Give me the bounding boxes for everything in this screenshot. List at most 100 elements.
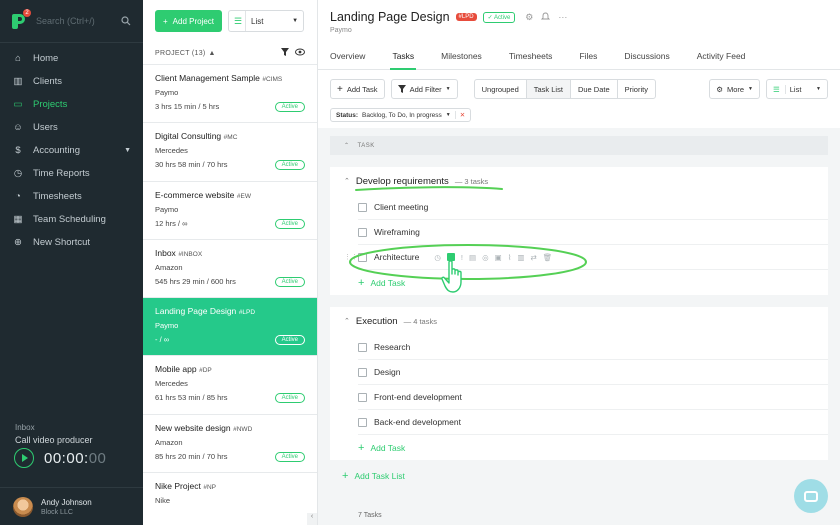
sidebar-item-accounting[interactable]: $ Accounting ▼: [0, 139, 143, 162]
tab-milestones[interactable]: Milestones: [441, 40, 482, 69]
more-dots-icon[interactable]: ···: [558, 12, 567, 23]
grouping-priority[interactable]: Priority: [618, 80, 655, 98]
grouping-task-list[interactable]: Task List: [526, 80, 571, 98]
sidebar-item-label: Projects: [33, 99, 68, 110]
grouping-due-date[interactable]: Due Date: [571, 80, 618, 98]
project-card[interactable]: E-commerce website #EW Paymo 12 hrs / ∞ Ac…: [143, 180, 317, 239]
project-code: #NP: [203, 484, 216, 492]
collapse-panel-button[interactable]: ‹: [307, 513, 317, 525]
task-name[interactable]: Client meeting: [374, 202, 428, 212]
milestone-icon[interactable]: ▣: [495, 253, 502, 262]
task-column-header[interactable]: ⌃ TASK: [330, 136, 828, 155]
notification-badge: 2: [23, 9, 31, 17]
sidebar-item-users[interactable]: ☺ Users: [0, 116, 143, 139]
task-checkbox[interactable]: [358, 252, 367, 262]
move-icon[interactable]: ⇄: [531, 253, 537, 262]
user-profile[interactable]: Andy Johnson Block LLC: [0, 487, 143, 525]
task-row[interactable]: Front-end development: [358, 385, 828, 410]
remove-filter-icon[interactable]: ✕: [454, 111, 465, 119]
task-name[interactable]: Architecture: [374, 252, 419, 262]
add-task-button[interactable]: + Add Task: [330, 79, 385, 99]
sidebar-item-label: Home: [33, 53, 59, 64]
task-list-header[interactable]: ⌃ Execution — 4 tasks: [330, 307, 828, 335]
add-filter-button[interactable]: Add Filter ▼: [390, 79, 458, 99]
task-row[interactable]: ⋮⋮ Architecture ◷ ! ▤ ◎ ▣ ⌇ ▥ ⇄ 🗑: [344, 245, 828, 270]
board-icon[interactable]: ▥: [517, 253, 524, 262]
task-checkbox[interactable]: [358, 202, 367, 212]
paymo-logo[interactable]: 2: [10, 9, 31, 30]
task-row[interactable]: Back-end development: [358, 410, 828, 435]
play-button[interactable]: [14, 448, 34, 468]
view-mode-select[interactable]: ☰ List ▼: [766, 79, 828, 99]
chevron-up-icon: ⌃: [344, 143, 350, 149]
add-task-link[interactable]: + Add Task: [358, 435, 828, 460]
task-row[interactable]: Design: [358, 360, 828, 385]
attachment-icon[interactable]: ⌇: [508, 253, 512, 262]
sidebar-item-projects[interactable]: ▭ Projects: [0, 93, 143, 116]
task-checkbox[interactable]: [358, 367, 367, 377]
assignee-icon[interactable]: ◎: [482, 253, 489, 262]
sidebar-top: 2 Search (Ctrl+/): [0, 0, 143, 42]
sidebar-item-new-shortcut[interactable]: ⊕ New Shortcut: [0, 231, 143, 254]
status-filter-chip[interactable]: Status: Backlog, To Do, In progress ▼ ✕: [330, 108, 472, 122]
gear-icon[interactable]: ⚙: [525, 12, 533, 23]
task-name[interactable]: Back-end development: [374, 417, 461, 427]
tab-overview[interactable]: Overview: [330, 40, 365, 69]
task-row[interactable]: Client meeting: [358, 195, 828, 220]
more-button[interactable]: ⚙ More ▼: [709, 79, 760, 99]
help-chat-button[interactable]: [794, 479, 828, 513]
project-card[interactable]: Mobile app #DP Mercedes 61 hrs 53 min / 8…: [143, 355, 317, 413]
chevron-up-icon[interactable]: ⌃: [344, 317, 350, 325]
search-icon[interactable]: [119, 14, 133, 28]
project-card[interactable]: New website design #NWD Amazon 85 hrs 20 …: [143, 413, 317, 472]
chevron-up-icon[interactable]: ⌃: [344, 177, 350, 185]
description-icon[interactable]: ▤: [469, 253, 476, 262]
inbox-widget[interactable]: Inbox Call video producer: [15, 423, 93, 445]
sidebar-item-timesheets[interactable]: ◔ Timesheets: [0, 185, 143, 208]
priority-icon[interactable]: !: [461, 253, 463, 262]
task-name[interactable]: Wireframing: [374, 227, 420, 237]
task-row[interactable]: Wireframing: [358, 220, 828, 245]
tab-files[interactable]: Files: [579, 40, 597, 69]
task-name[interactable]: Research: [374, 342, 410, 352]
sidebar-item-team-scheduling[interactable]: ▦ Team Scheduling: [0, 208, 143, 231]
task-checkbox[interactable]: [358, 392, 367, 402]
eye-icon[interactable]: [295, 48, 305, 58]
project-card[interactable]: Landing Page Design #LPD Paymo - / ∞ Activ…: [143, 297, 317, 356]
task-name[interactable]: Front-end development: [374, 392, 462, 402]
sidebar-item-home[interactable]: ⌂ Home: [0, 47, 143, 70]
project-count-sort[interactable]: PROJECT (13): [155, 50, 206, 57]
status-badge[interactable]: ✓ Active: [482, 11, 516, 23]
task-row[interactable]: Research: [358, 335, 828, 360]
tab-tasks[interactable]: Tasks: [390, 40, 416, 70]
task-checkbox[interactable]: [358, 227, 367, 237]
search-input[interactable]: Search (Ctrl+/): [36, 16, 111, 26]
tab-activity-feed[interactable]: Activity Feed: [697, 40, 746, 69]
sidebar-item-clients[interactable]: ▥ Clients: [0, 70, 143, 93]
view-select[interactable]: ☰ List ▼: [228, 10, 305, 32]
project-card[interactable]: Inbox #INBOX Amazon 545 hrs 29 min / 600 …: [143, 238, 317, 297]
grouping-ungrouped[interactable]: Ungrouped: [475, 80, 527, 98]
add-task-list-button[interactable]: + Add Task List: [342, 470, 828, 482]
clock-icon[interactable]: ◷: [434, 253, 441, 262]
bell-icon[interactable]: [541, 12, 551, 23]
tab-timesheets[interactable]: Timesheets: [509, 40, 553, 69]
sidebar-item-time-reports[interactable]: ◷ Time Reports: [0, 162, 143, 185]
task-list-header[interactable]: ⌃ Develop requirements — 3 tasks: [330, 167, 828, 195]
task-checkbox[interactable]: [358, 342, 367, 352]
task-name[interactable]: Design: [374, 367, 400, 377]
trash-icon[interactable]: 🗑: [543, 253, 553, 262]
project-card[interactable]: Client Management Sample #CIMS Paymo 3 hr…: [143, 64, 317, 122]
plus-icon: +: [163, 16, 168, 26]
grouping-segmented-control: Ungrouped Task List Due Date Priority: [473, 79, 656, 99]
add-project-button[interactable]: + Add Project: [155, 10, 223, 32]
add-task-link[interactable]: + Add Task: [358, 270, 828, 295]
calendar-icon[interactable]: [446, 253, 455, 261]
task-toolbar: + Add Task Add Filter ▼ Ungrouped Task List…: [318, 70, 840, 108]
filter-icon[interactable]: [281, 48, 289, 58]
task-checkbox[interactable]: [358, 417, 367, 427]
tab-discussions[interactable]: Discussions: [624, 40, 669, 69]
project-card[interactable]: Nike Project #NP Nike: [143, 472, 317, 525]
drag-handle-icon[interactable]: ⋮⋮: [344, 253, 358, 261]
project-card[interactable]: Digital Consulting #MC Mercedes 30 hrs 58…: [143, 122, 317, 180]
